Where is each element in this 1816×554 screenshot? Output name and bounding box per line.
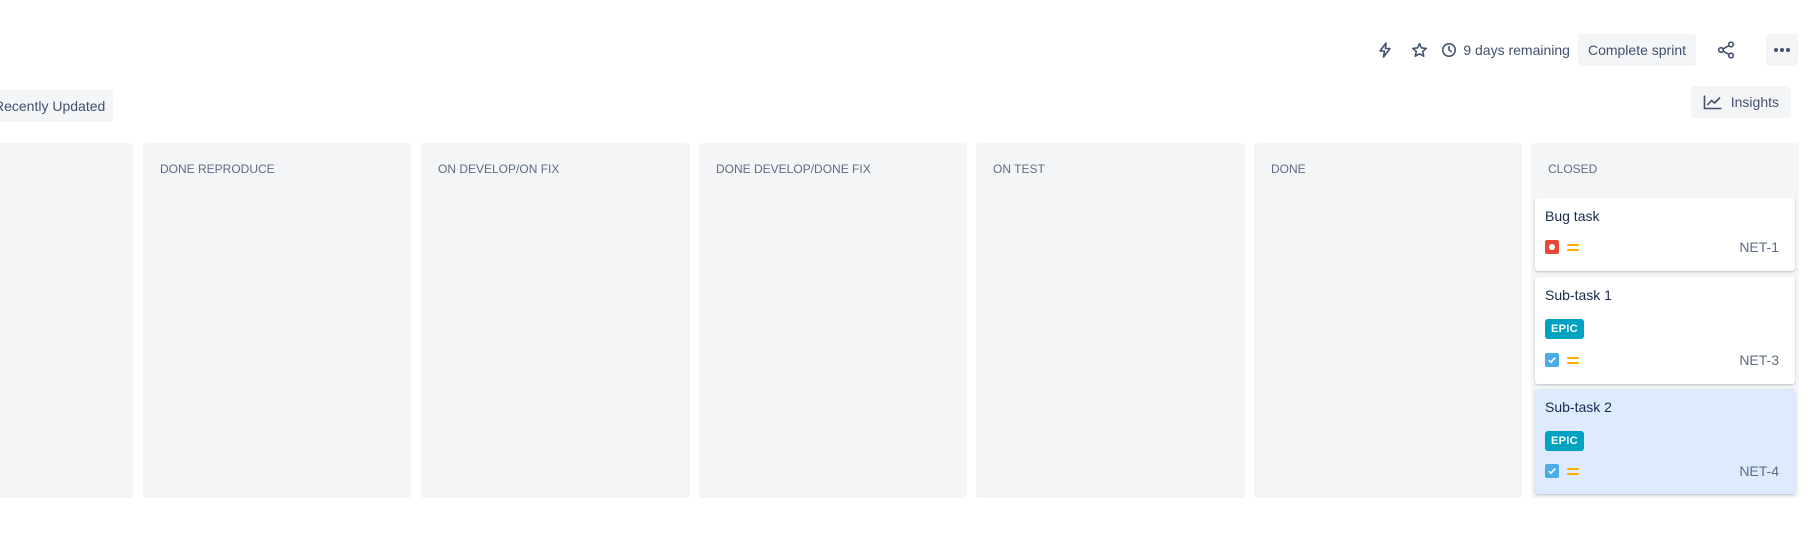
star-button[interactable] (1403, 34, 1435, 66)
insights-button[interactable]: Insights (1690, 86, 1791, 118)
share-icon (1717, 41, 1735, 59)
board-column (0, 143, 133, 498)
sprint-remaining[interactable]: 9 days remaining (1441, 42, 1570, 58)
more-actions-button[interactable] (1766, 34, 1798, 66)
clock-icon (1442, 43, 1457, 57)
card-footer: NET-3 (1545, 352, 1779, 368)
board-toolbar: 9 days remaining Complete sprint (1369, 34, 1798, 66)
lightning-icon (1379, 42, 1392, 58)
remaining-label: 9 days remaining (1463, 42, 1570, 58)
recently-updated-label: Recently Updated (0, 98, 106, 114)
medium-priority-icon (1567, 240, 1581, 254)
card-title: Sub-task 2 (1545, 399, 1612, 415)
board-column: ON TEST (976, 143, 1245, 498)
issue-key[interactable]: NET-4 (1739, 463, 1779, 479)
share-button[interactable] (1710, 34, 1742, 66)
issue-key[interactable]: NET-1 (1739, 239, 1779, 255)
column-title: DONE (1271, 162, 1306, 176)
column-title: ON DEVELOP/ON FIX (438, 162, 560, 176)
board-column: DONE DEVELOP/DONE FIX (699, 143, 967, 498)
epic-badge: EPIC (1545, 431, 1584, 451)
subtask-icon (1545, 464, 1559, 478)
card-title: Bug task (1545, 208, 1600, 224)
column-title: ON TEST (993, 162, 1045, 176)
recently-updated-filter[interactable]: Recently Updated (0, 90, 113, 122)
board-column: DONE (1254, 143, 1522, 498)
more-icon (1774, 48, 1790, 52)
insights-label: Insights (1730, 94, 1779, 110)
card-footer: NET-4 (1545, 463, 1779, 479)
medium-priority-icon (1567, 353, 1581, 367)
subtask-icon (1545, 353, 1559, 367)
column-title: DONE DEVELOP/DONE FIX (716, 162, 871, 176)
automation-button[interactable] (1369, 34, 1401, 66)
board-column: DONE REPRODUCE (143, 143, 411, 498)
chart-trend-icon (1703, 95, 1722, 110)
board-column-closed: CLOSED Bug task NET-1 Sub-task 1 EPIC NE… (1531, 143, 1799, 498)
epic-badge: EPIC (1545, 319, 1584, 339)
bug-icon (1545, 240, 1559, 254)
complete-sprint-button[interactable]: Complete sprint (1577, 34, 1696, 66)
board-column: ON DEVELOP/ON FIX (421, 143, 690, 498)
medium-priority-icon (1567, 464, 1581, 478)
card-title: Sub-task 1 (1545, 287, 1612, 303)
issue-card[interactable]: Bug task NET-1 (1535, 198, 1795, 271)
issue-key[interactable]: NET-3 (1739, 352, 1779, 368)
card-footer: NET-1 (1545, 239, 1779, 255)
star-icon (1411, 42, 1427, 57)
column-title: CLOSED (1548, 162, 1598, 176)
column-title: DONE REPRODUCE (160, 162, 275, 176)
sprint-board-page: 9 days remaining Complete sprint Recentl… (0, 0, 1816, 554)
issue-card-selected[interactable]: Sub-task 2 EPIC NET-4 (1535, 389, 1795, 494)
issue-card[interactable]: Sub-task 1 EPIC NET-3 (1535, 277, 1795, 384)
